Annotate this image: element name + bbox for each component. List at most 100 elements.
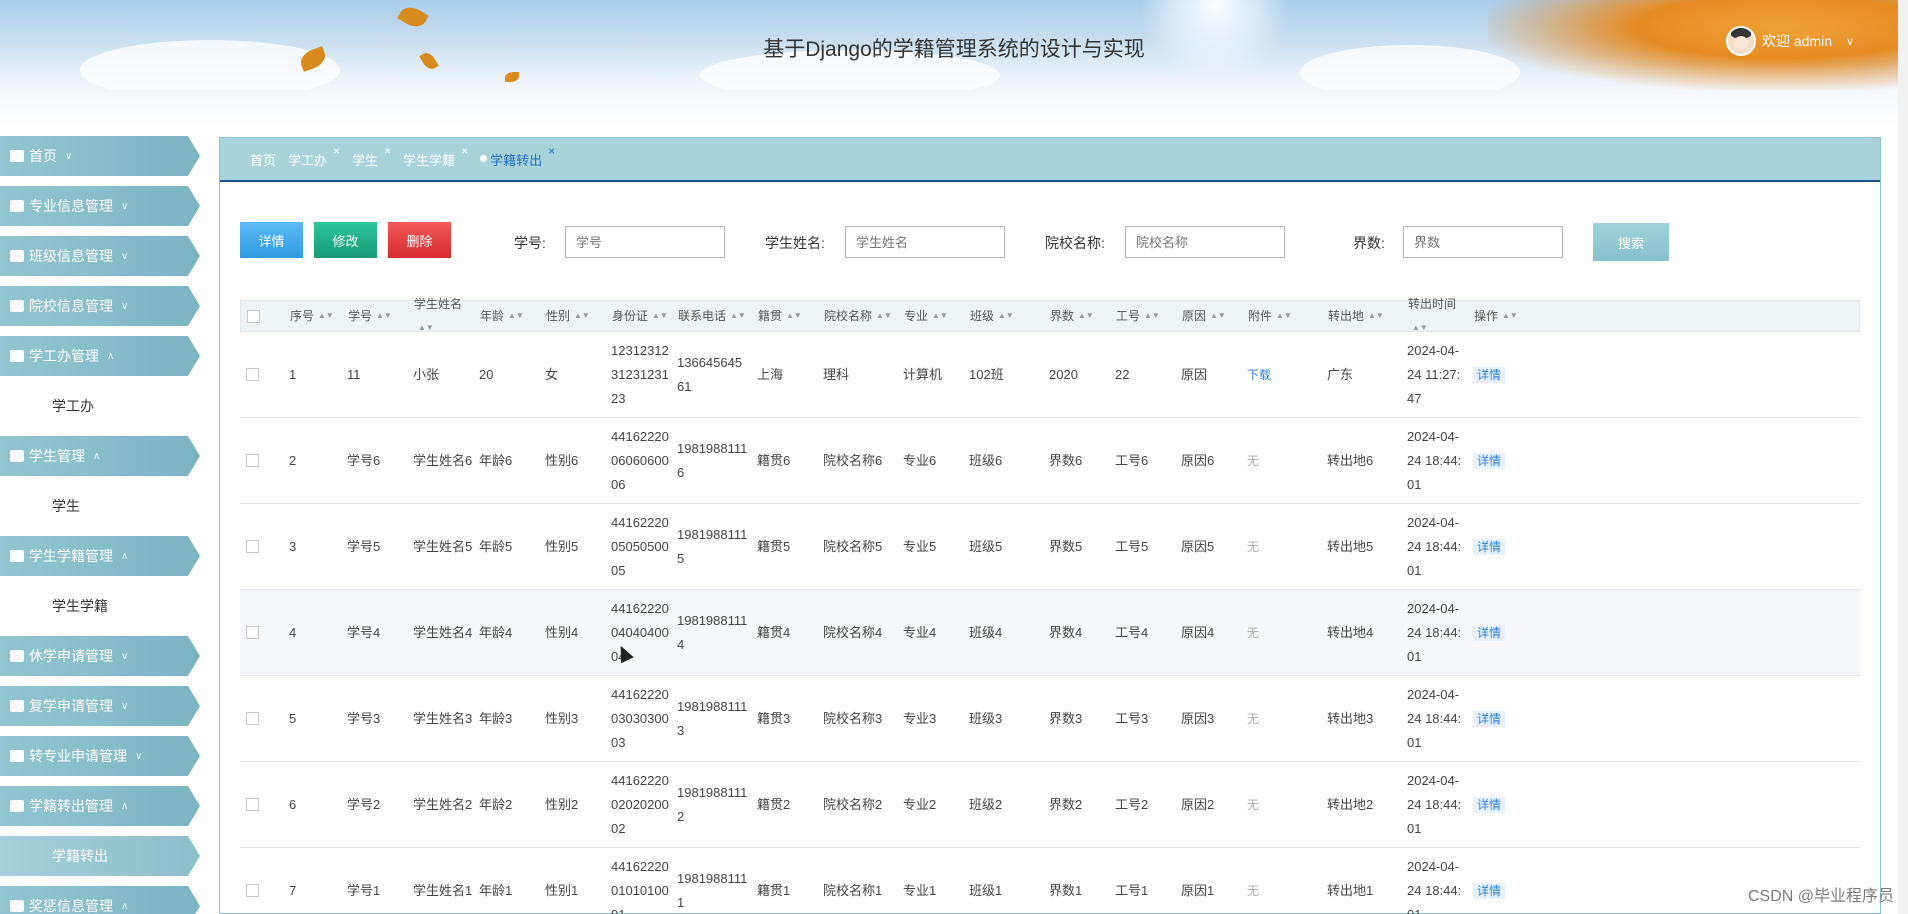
sidebar-group[interactable]: 学生管理 ∧ [0, 436, 200, 476]
column-header[interactable]: 序号 ▲▼ [290, 304, 348, 329]
row-checkbox[interactable] [246, 798, 259, 811]
column-header[interactable]: 工号 ▲▼ [1116, 304, 1182, 329]
user-menu[interactable]: 欢迎 admin ∨ [1726, 26, 1854, 56]
cell-idcard: 441622200303030003 [611, 686, 669, 750]
sidebar-menu: 首页 ∨ 专业信息管理 ∨ 班级信息管理 ∨ 院校信息管理 ∨ 学工办管理 ∧ 学工办学生管理 ∧ 学生… [0, 136, 200, 914]
sort-icon[interactable]: ▲▼ [318, 304, 334, 328]
sidebar-group[interactable]: 学籍转出管理 ∧ [0, 786, 200, 826]
close-icon[interactable]: × [548, 144, 555, 158]
student-no-input[interactable] [565, 226, 725, 258]
column-header[interactable]: 年龄 ▲▼ [480, 304, 546, 329]
table-row[interactable]: 5 学号3 学生姓名3 年龄3 性别3 441622200303030003 1981988… [240, 676, 1860, 762]
table-row[interactable]: 4 学号4 学生姓名4 年龄4 性别4 441622200404040004 1981988… [240, 590, 1860, 676]
column-header[interactable]: 性别 ▲▼ [546, 304, 612, 329]
sidebar-group[interactable]: 奖惩信息管理 ∧ [0, 886, 200, 914]
download-link[interactable]: 下载 [1247, 368, 1271, 382]
sort-icon[interactable]: ▲▼ [418, 316, 434, 340]
column-header[interactable]: 籍贯 ▲▼ [758, 304, 824, 329]
sort-icon[interactable]: ▲▼ [932, 304, 948, 328]
row-detail-button[interactable]: 详情 [1473, 452, 1506, 469]
sidebar-group[interactable]: 专业信息管理 ∨ [0, 186, 200, 226]
sidebar-group-label: 院校信息管理 [29, 298, 113, 314]
sort-icon[interactable]: ▲▼ [998, 304, 1014, 328]
sidebar-item[interactable]: 学籍转出 [0, 836, 200, 876]
sort-icon[interactable]: ▲▼ [730, 304, 746, 328]
sort-icon[interactable]: ▲▼ [786, 304, 802, 328]
search-button[interactable]: 搜索 [1593, 223, 1669, 261]
row-detail-button[interactable]: 详情 [1473, 624, 1506, 641]
column-header[interactable]: 原因 ▲▼ [1182, 304, 1248, 329]
sidebar-group[interactable]: 班级信息管理 ∨ [0, 236, 200, 276]
menu-icon [10, 650, 24, 662]
sort-icon[interactable]: ▲▼ [1210, 304, 1226, 328]
sort-icon[interactable]: ▲▼ [574, 304, 590, 328]
sidebar-item[interactable]: 学生 [0, 486, 200, 526]
select-all-checkbox[interactable] [247, 309, 260, 323]
column-header[interactable]: 转出地 ▲▼ [1328, 304, 1408, 329]
sort-icon[interactable]: ▲▼ [1412, 316, 1428, 340]
column-header[interactable]: 班级 ▲▼ [970, 304, 1050, 329]
sort-icon[interactable]: ▲▼ [1144, 304, 1160, 328]
tab-item[interactable]: 学生 × [352, 144, 391, 169]
sidebar-group[interactable]: 首页 ∨ [0, 136, 200, 176]
sidebar-item[interactable]: 学工办 [0, 386, 200, 426]
sort-icon[interactable]: ▲▼ [508, 304, 524, 328]
column-header[interactable]: 院校名称 ▲▼ [824, 304, 904, 329]
row-detail-button[interactable]: 详情 [1473, 366, 1506, 383]
row-checkbox[interactable] [246, 454, 259, 467]
row-detail-button[interactable]: 详情 [1473, 882, 1506, 899]
sort-icon[interactable]: ▲▼ [652, 304, 668, 328]
sort-icon[interactable]: ▲▼ [1276, 304, 1292, 328]
column-header[interactable]: 转出时间 ▲▼ [1408, 292, 1474, 341]
student-name-input[interactable] [845, 226, 1005, 258]
row-detail-button[interactable]: 详情 [1473, 710, 1506, 727]
sidebar-group[interactable]: 复学申请管理 ∨ [0, 686, 200, 726]
column-header[interactable]: 附件 ▲▼ [1248, 304, 1328, 329]
sidebar-item[interactable]: 学生学籍 [0, 586, 200, 626]
tab-item[interactable]: 学工办 × [288, 144, 340, 169]
table-row[interactable]: 6 学号2 学生姓名2 年龄2 性别2 441622200202020002 1981988… [240, 762, 1860, 848]
table-row[interactable]: 1 11 小张 20 女 123123123123123123 13664564561 上海理… [240, 332, 1860, 418]
cell-sid: 学号4 [347, 624, 381, 640]
row-detail-button[interactable]: 详情 [1473, 538, 1506, 555]
sort-icon[interactable]: ▲▼ [876, 304, 892, 328]
sort-icon[interactable]: ▲▼ [1368, 304, 1384, 328]
tab-item[interactable]: 学生学籍 × [403, 144, 468, 169]
sort-icon[interactable]: ▲▼ [1502, 304, 1518, 328]
table-row[interactable]: 7 学号1 学生姓名1 年龄1 性别1 441622200101010001 1981988… [240, 848, 1860, 914]
sidebar-group[interactable]: 院校信息管理 ∨ [0, 286, 200, 326]
column-header[interactable]: 身份证 ▲▼ [612, 304, 678, 329]
school-name-input[interactable] [1125, 226, 1285, 258]
column-header[interactable]: 专业 ▲▼ [904, 304, 970, 329]
cell-age: 年龄3 [479, 710, 513, 726]
page-scrollbar[interactable] [1898, 0, 1908, 914]
close-icon[interactable]: × [384, 144, 391, 158]
leaf-decoration [505, 72, 519, 82]
sidebar-group[interactable]: 转专业申请管理 ∨ [0, 736, 200, 776]
cell-major: 计算机 [903, 366, 943, 382]
row-checkbox[interactable] [246, 368, 259, 381]
sidebar-group[interactable]: 学工办管理 ∧ [0, 336, 200, 376]
table-row[interactable]: 3 学号5 学生姓名5 年龄5 性别5 441622200505050005 1981988… [240, 504, 1860, 590]
column-header[interactable]: 操作 ▲▼ [1474, 304, 1544, 329]
close-icon[interactable]: × [461, 144, 468, 158]
column-header[interactable]: 联系电话 ▲▼ [678, 304, 758, 329]
sort-icon[interactable]: ▲▼ [1078, 304, 1094, 328]
sort-icon[interactable]: ▲▼ [376, 304, 392, 328]
sidebar-group[interactable]: 学生学籍管理 ∧ [0, 536, 200, 576]
close-icon[interactable]: × [333, 144, 340, 158]
column-header[interactable]: 学号 ▲▼ [348, 304, 414, 329]
column-header[interactable]: 学生姓名 ▲▼ [414, 292, 480, 341]
tab-item[interactable]: 首页 [250, 150, 276, 169]
row-checkbox[interactable] [246, 626, 259, 639]
row-checkbox[interactable] [246, 712, 259, 725]
tab-item[interactable]: 学籍转出 × [480, 144, 555, 169]
column-title: 原因 [1182, 308, 1207, 323]
row-checkbox[interactable] [246, 540, 259, 553]
row-detail-button[interactable]: 详情 [1473, 796, 1506, 813]
table-row[interactable]: 2 学号6 学生姓名6 年龄6 性别6 441622200606060006 1981988… [240, 418, 1860, 504]
row-checkbox[interactable] [246, 884, 259, 897]
sidebar-group[interactable]: 休学申请管理 ∨ [0, 636, 200, 676]
column-header[interactable]: 界数 ▲▼ [1050, 304, 1116, 329]
session-input[interactable] [1403, 226, 1563, 258]
